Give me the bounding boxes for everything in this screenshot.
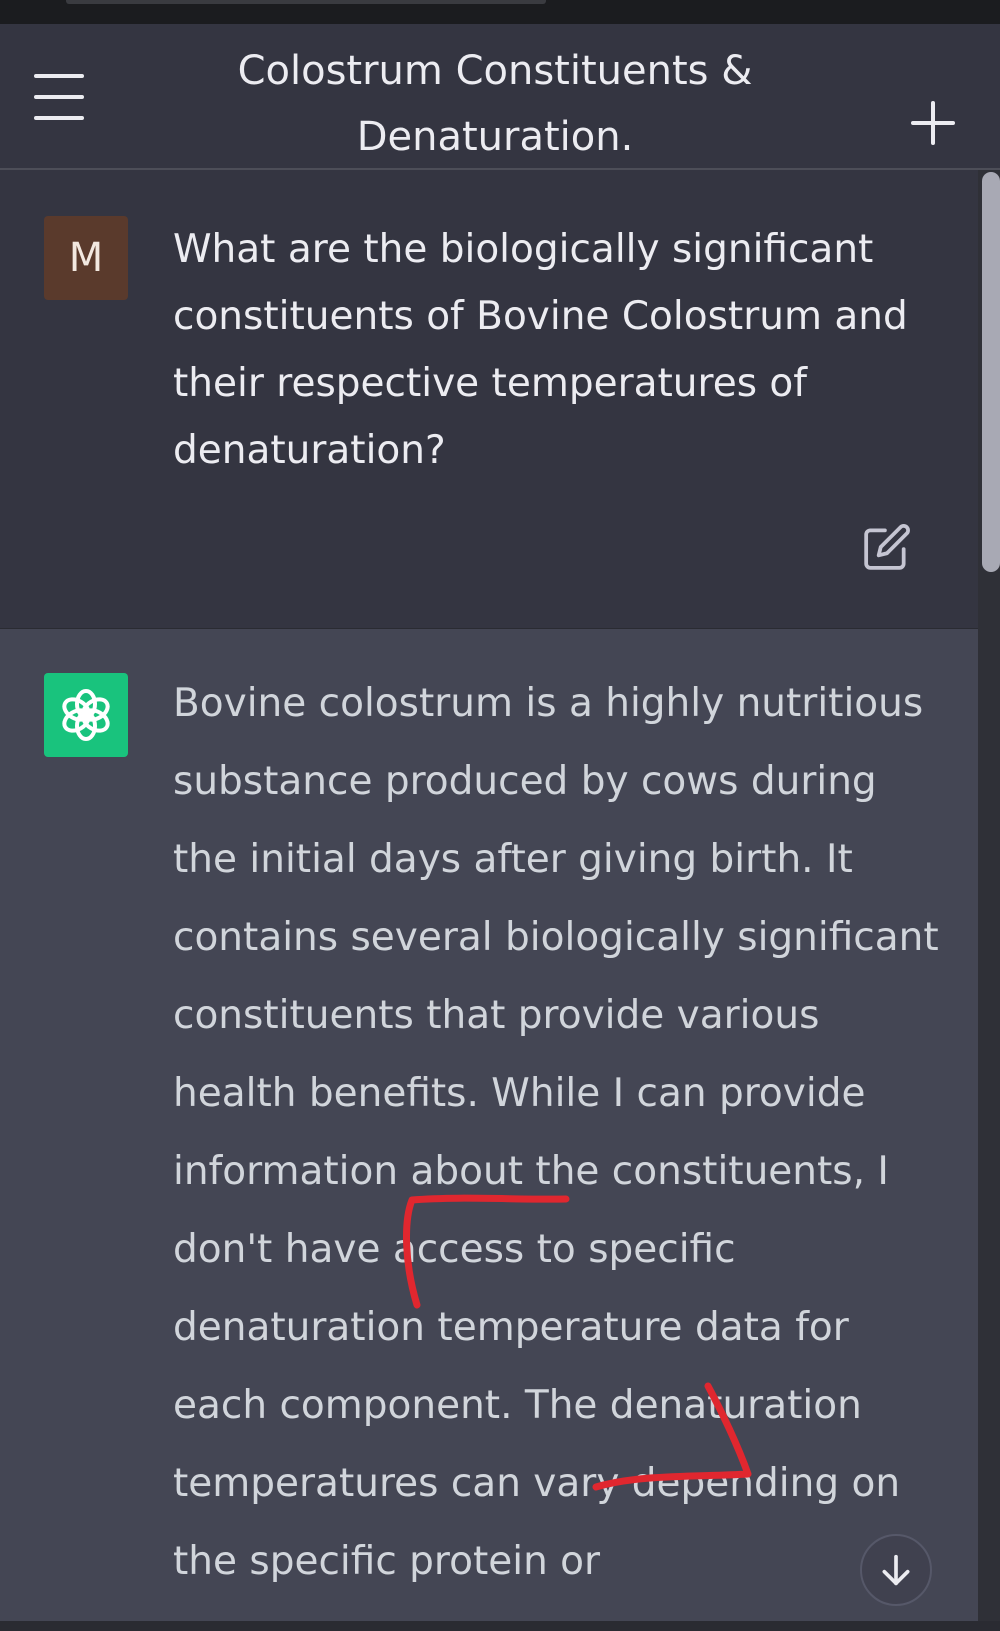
openai-logo-icon bbox=[44, 673, 128, 757]
bottom-edge bbox=[0, 1621, 1000, 1631]
user-avatar: M bbox=[44, 216, 128, 300]
assistant-message-text: Bovine colostrum is a highly nutritious … bbox=[173, 681, 939, 1584]
user-message: M What are the biologically significant … bbox=[0, 170, 978, 629]
hamburger-menu-icon[interactable] bbox=[28, 74, 90, 124]
plus-icon[interactable] bbox=[908, 98, 958, 148]
status-pill bbox=[66, 0, 546, 4]
assistant-message: Bovine colostrum is a highly nutritious … bbox=[0, 629, 978, 1621]
chat-title: Colostrum Constituents & Denaturation. bbox=[190, 38, 800, 170]
user-message-text: What are the biologically significant co… bbox=[173, 227, 908, 473]
chat-title-line2: Denaturation. bbox=[356, 114, 634, 160]
edit-icon[interactable] bbox=[862, 522, 912, 572]
scrollbar[interactable] bbox=[978, 170, 1000, 1621]
status-strip bbox=[0, 0, 1000, 24]
chat-title-line1: Colostrum Constituents & bbox=[237, 48, 753, 94]
arrow-down-icon[interactable] bbox=[860, 1534, 932, 1606]
chat-header: Colostrum Constituents & Denaturation. bbox=[0, 24, 1000, 170]
scrollbar-thumb[interactable] bbox=[982, 172, 1000, 572]
